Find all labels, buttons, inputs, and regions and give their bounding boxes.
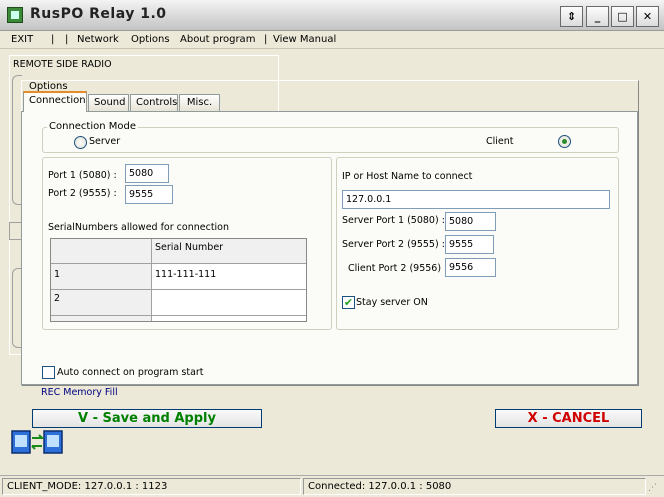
- port1-input[interactable]: 5080: [125, 164, 169, 183]
- stay-server-on-checkbox[interactable]: ✔: [342, 296, 355, 309]
- client-port2-input[interactable]: 9556: [445, 258, 496, 277]
- minimize-button[interactable]: _: [586, 6, 609, 27]
- window-title: RusPO Relay 1.0: [30, 6, 167, 22]
- host-input[interactable]: 127.0.0.1: [342, 190, 610, 209]
- client-radio-label: Client: [486, 136, 514, 147]
- tab-connection[interactable]: Connection: [23, 91, 87, 112]
- tab-misc[interactable]: Misc.: [179, 94, 220, 111]
- server-port1-label: Server Port 1 (5080) :: [342, 215, 445, 226]
- host-label: IP or Host Name to connect: [342, 171, 473, 182]
- table-corner-cell: [51, 239, 152, 264]
- menu-network[interactable]: Network: [77, 34, 119, 45]
- menu-separator: |: [264, 34, 268, 45]
- client-radio[interactable]: [558, 135, 571, 148]
- table-cell-serial[interactable]: [152, 316, 306, 321]
- table-row-index: [51, 316, 152, 321]
- network-connection-icon: [11, 430, 63, 454]
- client-port2-label: Client Port 2 (9556) :: [348, 263, 448, 274]
- menu-exit[interactable]: EXIT: [11, 34, 33, 45]
- table-row-index: 2: [51, 290, 152, 316]
- status-client-mode: CLIENT_MODE: 127.0.0.1 : 1123: [2, 478, 301, 495]
- auto-connect-checkbox[interactable]: [42, 366, 55, 379]
- app-icon: [7, 7, 23, 23]
- port1-label: Port 1 (5080) :: [48, 170, 117, 181]
- menu-view-manual[interactable]: View Manual: [273, 34, 336, 45]
- menu-separator: |: [51, 34, 55, 45]
- serials-label: SerialNumbers allowed for connection: [48, 222, 230, 233]
- connection-mode-label: Connection Mode: [47, 121, 139, 132]
- server-radio-label: Server: [89, 136, 121, 147]
- maximize-button[interactable]: □: [611, 6, 634, 27]
- port2-label: Port 2 (9555) :: [48, 188, 117, 199]
- restore-toggle-button[interactable]: ⇕: [560, 6, 583, 27]
- menu-about[interactable]: About program: [180, 34, 255, 45]
- table-cell-serial[interactable]: 111-111-111: [152, 264, 306, 290]
- status-connected: Connected: 127.0.0.1 : 5080: [303, 478, 646, 495]
- stay-server-on-label: Stay server ON: [356, 297, 428, 308]
- table-header-serial: Serial Number: [152, 239, 306, 264]
- server-port2-input[interactable]: 9555: [445, 235, 494, 254]
- remote-panel-title: REMOTE SIDE RADIO: [13, 59, 112, 70]
- server-port2-label: Server Port 2 (9555) :: [342, 239, 445, 250]
- cancel-button[interactable]: X - CANCEL: [495, 409, 642, 428]
- menu-separator: |: [65, 34, 69, 45]
- menu-options[interactable]: Options: [131, 34, 170, 45]
- tab-controls[interactable]: Controls: [130, 94, 178, 111]
- auto-connect-label: Auto connect on program start: [57, 367, 204, 378]
- save-and-apply-button[interactable]: V - Save and Apply: [32, 409, 262, 428]
- close-button[interactable]: ✕: [636, 6, 659, 27]
- tab-sound[interactable]: Sound: [88, 94, 129, 111]
- serial-numbers-table[interactable]: Serial Number 1 111-111-111 2: [50, 238, 307, 322]
- resize-grip-icon[interactable]: ⋰: [648, 482, 662, 494]
- rec-memory-fill-link[interactable]: REC Memory Fill: [41, 387, 118, 398]
- table-row-index: 1: [51, 264, 152, 290]
- table-cell-serial[interactable]: [152, 290, 306, 316]
- port2-input[interactable]: 9555: [125, 185, 173, 204]
- server-radio[interactable]: [74, 136, 87, 149]
- server-port1-input[interactable]: 5080: [445, 212, 496, 231]
